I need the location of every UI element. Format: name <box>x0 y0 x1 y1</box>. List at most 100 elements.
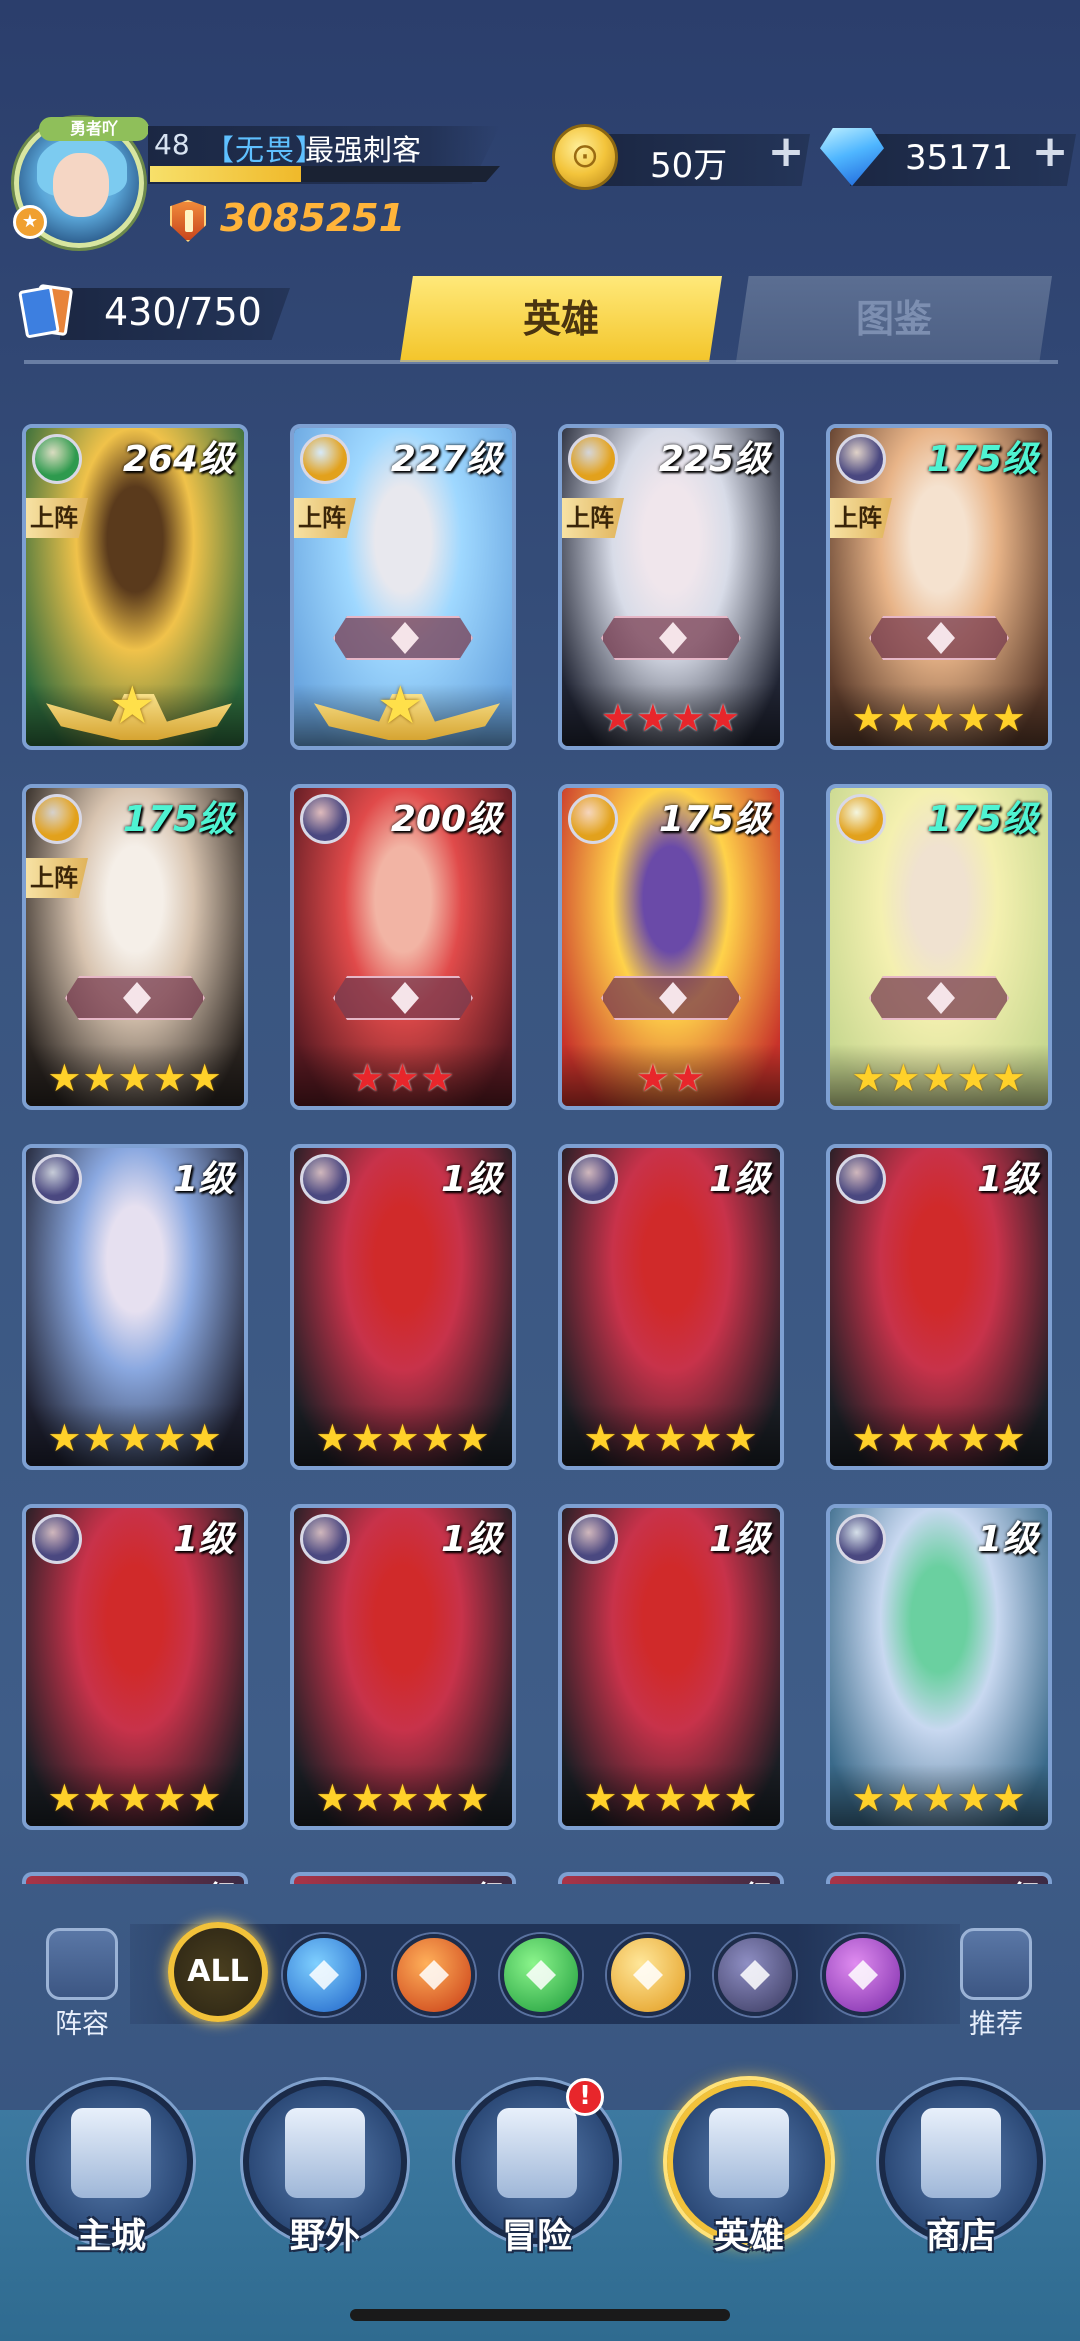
tab-divider <box>24 360 1058 364</box>
castle-icon-glyph <box>71 2108 151 2198</box>
nav-city[interactable]: 主城 <box>26 2080 196 2260</box>
gold-coin-icon: ⊙ <box>552 124 618 190</box>
sword-icon-glyph <box>497 2108 577 2198</box>
hero-card[interactable]: 1级 ★★★★★ <box>558 1504 784 1830</box>
hero-card[interactable]: 175级 ★★ <box>558 784 784 1110</box>
add-gems-button[interactable]: + <box>1028 130 1072 176</box>
hero-card-partial[interactable]: 1级 <box>826 1872 1052 1884</box>
deployed-tag: 上阵 <box>562 498 624 538</box>
shop-icon-glyph <box>921 2108 1001 2198</box>
hero-level: 1级 <box>181 1872 232 1884</box>
dark-class-icon <box>32 1514 82 1564</box>
nav-shop[interactable]: 商店 <box>876 2080 1046 2260</box>
tab-heroes[interactable]: 英雄 <box>400 276 722 362</box>
hero-level: 1级 <box>976 1519 1038 1560</box>
dark-class-icon <box>300 1514 350 1564</box>
hero-emblem-icon <box>333 616 473 660</box>
dark-class-icon <box>300 1154 350 1204</box>
hero-level: 1级 <box>976 1159 1038 1200</box>
star-rating: ★★ <box>635 1056 707 1100</box>
hero-card-partial[interactable]: 1级 <box>558 1872 784 1884</box>
hero-card[interactable]: 1级 ★★★★★ <box>290 1504 516 1830</box>
star-rating: ★★★★★ <box>851 1776 1027 1820</box>
hero-card[interactable]: 1级 ★★★★★ <box>826 1504 1052 1830</box>
hero-grid: 264级 上阵 ★ 227级 上阵 ★ 225级 上阵 ★★★★ 175级 上阵 ★★★★★ 175级上… <box>0 424 1080 1884</box>
nav-heroes[interactable]: 英雄 <box>664 2080 834 2260</box>
hero-level: 1级 <box>172 1159 234 1200</box>
hero-card[interactable]: 264级 上阵 ★ <box>22 424 248 750</box>
avatar-face <box>53 153 109 217</box>
lineup-button[interactable]: 阵容 <box>32 1928 132 2040</box>
chaos-icon <box>848 1960 878 1990</box>
hero-count: 430/750 <box>104 290 262 334</box>
deployed-tag: 上阵 <box>294 498 356 538</box>
hero-card[interactable]: 227级 上阵 ★ <box>290 424 516 750</box>
hero-card[interactable]: 1级 ★★★★★ <box>22 1504 248 1830</box>
avatar-ribbon: 勇者吖 <box>39 117 149 141</box>
hero-card[interactable]: 1级 ★★★★★ <box>826 1144 1052 1470</box>
add-gold-button[interactable]: + <box>764 130 808 176</box>
hero-card[interactable]: 225级 上阵 ★★★★ <box>558 424 784 750</box>
dark-class-icon <box>836 434 886 484</box>
star-rating: ★★★★★ <box>47 1776 223 1820</box>
nav-city-label: 主城 <box>75 2217 146 2257</box>
filter-water-button[interactable] <box>283 1934 365 2016</box>
player-avatar[interactable]: 勇者吖 ★ <box>13 117 149 248</box>
hero-card-partial[interactable]: 1级 <box>290 1872 516 1884</box>
nav-heroes-label: 英雄 <box>713 2217 784 2257</box>
star-rating: ★★★★★ <box>315 1776 491 1820</box>
filter-wind-button[interactable] <box>500 1934 582 2016</box>
lineup-label: 阵容 <box>55 2009 109 2040</box>
home-indicator[interactable] <box>350 2309 730 2321</box>
hero-card[interactable]: 175级 上阵 ★★★★★ <box>826 424 1052 750</box>
filter-fire-button[interactable] <box>393 1934 475 2016</box>
nav-shop-label: 商店 <box>925 2217 996 2257</box>
hero-level: 175级 <box>122 799 234 840</box>
filter-all-button[interactable]: ALL <box>168 1922 268 2022</box>
hero-emblem-icon <box>65 976 205 1020</box>
light-class-icon <box>32 794 82 844</box>
dark-class-icon <box>300 794 350 844</box>
adventure-alert-badge: ! <box>566 2078 604 2116</box>
hero-level: 1级 <box>449 1872 500 1884</box>
hero-card[interactable]: 1级 ★★★★★ <box>290 1144 516 1470</box>
star-rating: ★★★★★ <box>851 1056 1027 1100</box>
hero-emblem-icon <box>869 616 1009 660</box>
hero-level: 175级 <box>926 439 1038 480</box>
avatar-badge-icon: ★ <box>13 205 47 239</box>
nav-wild[interactable]: 野外 <box>240 2080 410 2260</box>
hero-level: 1级 <box>708 1519 770 1560</box>
tab-codex[interactable]: 图鉴 <box>736 276 1052 362</box>
recommend-button[interactable]: 推荐 <box>946 1928 1046 2040</box>
dark-icon <box>740 1960 770 1990</box>
hero-level: 227级 <box>390 439 502 480</box>
hero-level: 264级 <box>122 439 234 480</box>
dark-class-icon <box>32 1154 82 1204</box>
hero-card[interactable]: 175级 上阵 ★★★★★ <box>22 784 248 1110</box>
hero-level: 1级 <box>985 1872 1036 1884</box>
deployed-tag: 上阵 <box>26 858 88 898</box>
deployed-tag: 上阵 <box>26 498 88 538</box>
hero-card-partial[interactable]: 1级 <box>22 1872 248 1884</box>
exp-bar-fill <box>150 166 301 182</box>
hero-card[interactable]: 175级 ★★★★★ <box>826 784 1052 1110</box>
light-class-icon <box>568 794 618 844</box>
light-class-icon <box>568 434 618 484</box>
dark-class-icon <box>836 1154 886 1204</box>
fire-icon <box>419 1960 449 1990</box>
star-rating: ★★★★★ <box>583 1776 759 1820</box>
star-rating: ★★★★★ <box>583 1416 759 1460</box>
rank-star-icon: ★ <box>109 676 156 736</box>
filter-dark-button[interactable] <box>714 1934 796 2016</box>
hero-card[interactable]: 1级 ★★★★★ <box>22 1144 248 1470</box>
hero-level: 225级 <box>658 439 770 480</box>
hero-emblem-icon <box>601 976 741 1020</box>
star-rating: ★★★★★ <box>851 1416 1027 1460</box>
hero-card[interactable]: 1级 ★★★★★ <box>558 1144 784 1470</box>
hero-card[interactable]: 200级 ★★★ <box>290 784 516 1110</box>
lineup-shield-icon <box>46 1928 118 2000</box>
power-shield-icon <box>170 200 206 242</box>
filter-chaos-button[interactable] <box>822 1934 904 2016</box>
thumbs-up-icon <box>960 1928 1032 2000</box>
filter-light-button[interactable] <box>607 1934 689 2016</box>
